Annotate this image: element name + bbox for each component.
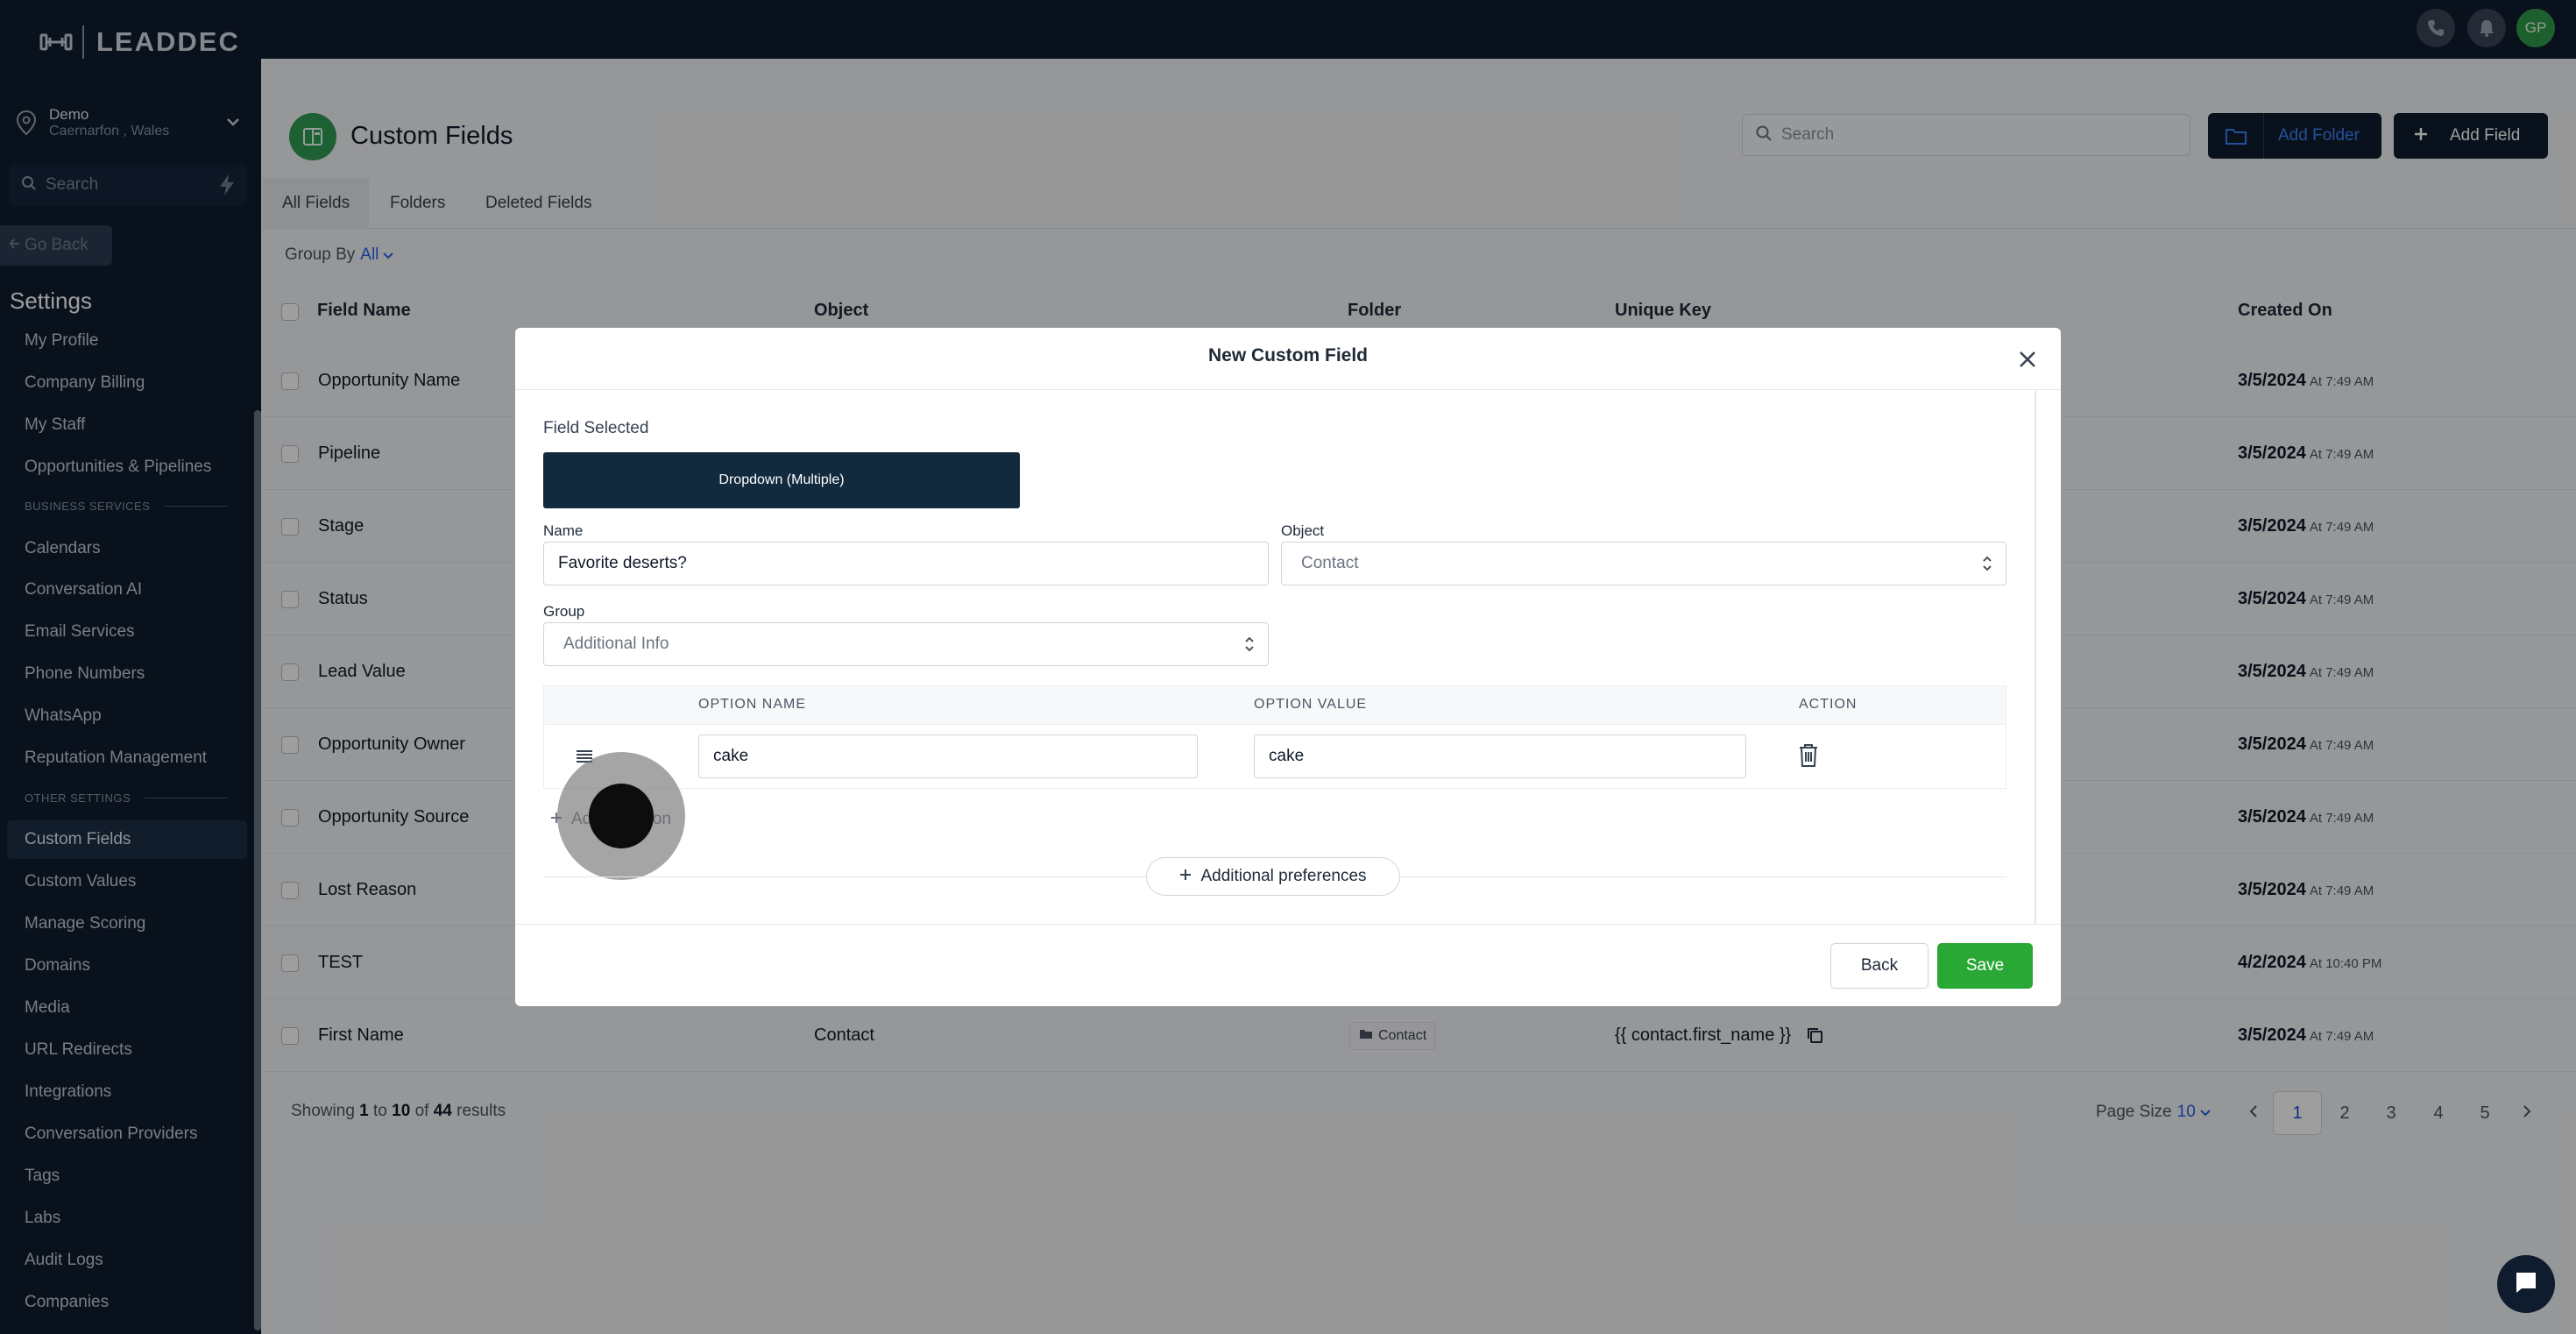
option-value-input[interactable]: cake (1254, 734, 1746, 778)
modal-divider (515, 389, 2061, 390)
name-value: Favorite deserts? (558, 554, 687, 572)
touch-indicator-inner (589, 784, 654, 848)
options-table-header: OPTION NAME OPTION VALUE ACTION (543, 685, 2006, 724)
name-input[interactable]: Favorite deserts? (543, 542, 1269, 585)
option-value-header: OPTION VALUE (1254, 697, 1368, 712)
plus-icon (1179, 867, 1192, 886)
chat-launcher[interactable] (2497, 1255, 2555, 1313)
option-name-header: OPTION NAME (698, 697, 807, 712)
additional-preferences-button[interactable]: Additional preferences (1146, 857, 1400, 896)
object-label: Object (1281, 522, 1325, 539)
action-header: ACTION (1799, 697, 1858, 712)
group-label: Group (543, 603, 585, 620)
field-selected-label: Field Selected (543, 419, 649, 437)
group-select[interactable]: Additional Info (543, 622, 1269, 666)
save-button[interactable]: Save (1937, 943, 2033, 989)
group-value: Additional Info (563, 635, 669, 653)
modal-footer-divider (515, 924, 2061, 925)
field-type-card[interactable]: Dropdown (Multiple) (543, 452, 1020, 508)
option-name-input[interactable]: cake (698, 734, 1198, 778)
close-icon[interactable] (2017, 349, 2038, 374)
chat-icon (2513, 1269, 2539, 1300)
option-value-value: cake (1269, 747, 1305, 765)
new-custom-field-modal: New Custom Field Field Selected Dropdown… (515, 328, 2061, 1006)
additional-preferences-label: Additional preferences (1200, 867, 1367, 885)
option-name-value: cake (713, 747, 749, 765)
select-caret-icon (1981, 554, 1993, 573)
select-caret-icon (1243, 635, 1256, 654)
option-row: cake cake (543, 724, 2006, 789)
trash-icon[interactable] (1797, 742, 1820, 773)
modal-title: New Custom Field (1207, 345, 1369, 365)
name-label: Name (543, 522, 584, 539)
object-select[interactable]: Contact (1281, 542, 2006, 585)
back-button[interactable]: Back (1830, 943, 1928, 989)
object-value: Contact (1301, 554, 1359, 572)
modal-scrollbar[interactable] (2035, 391, 2036, 924)
